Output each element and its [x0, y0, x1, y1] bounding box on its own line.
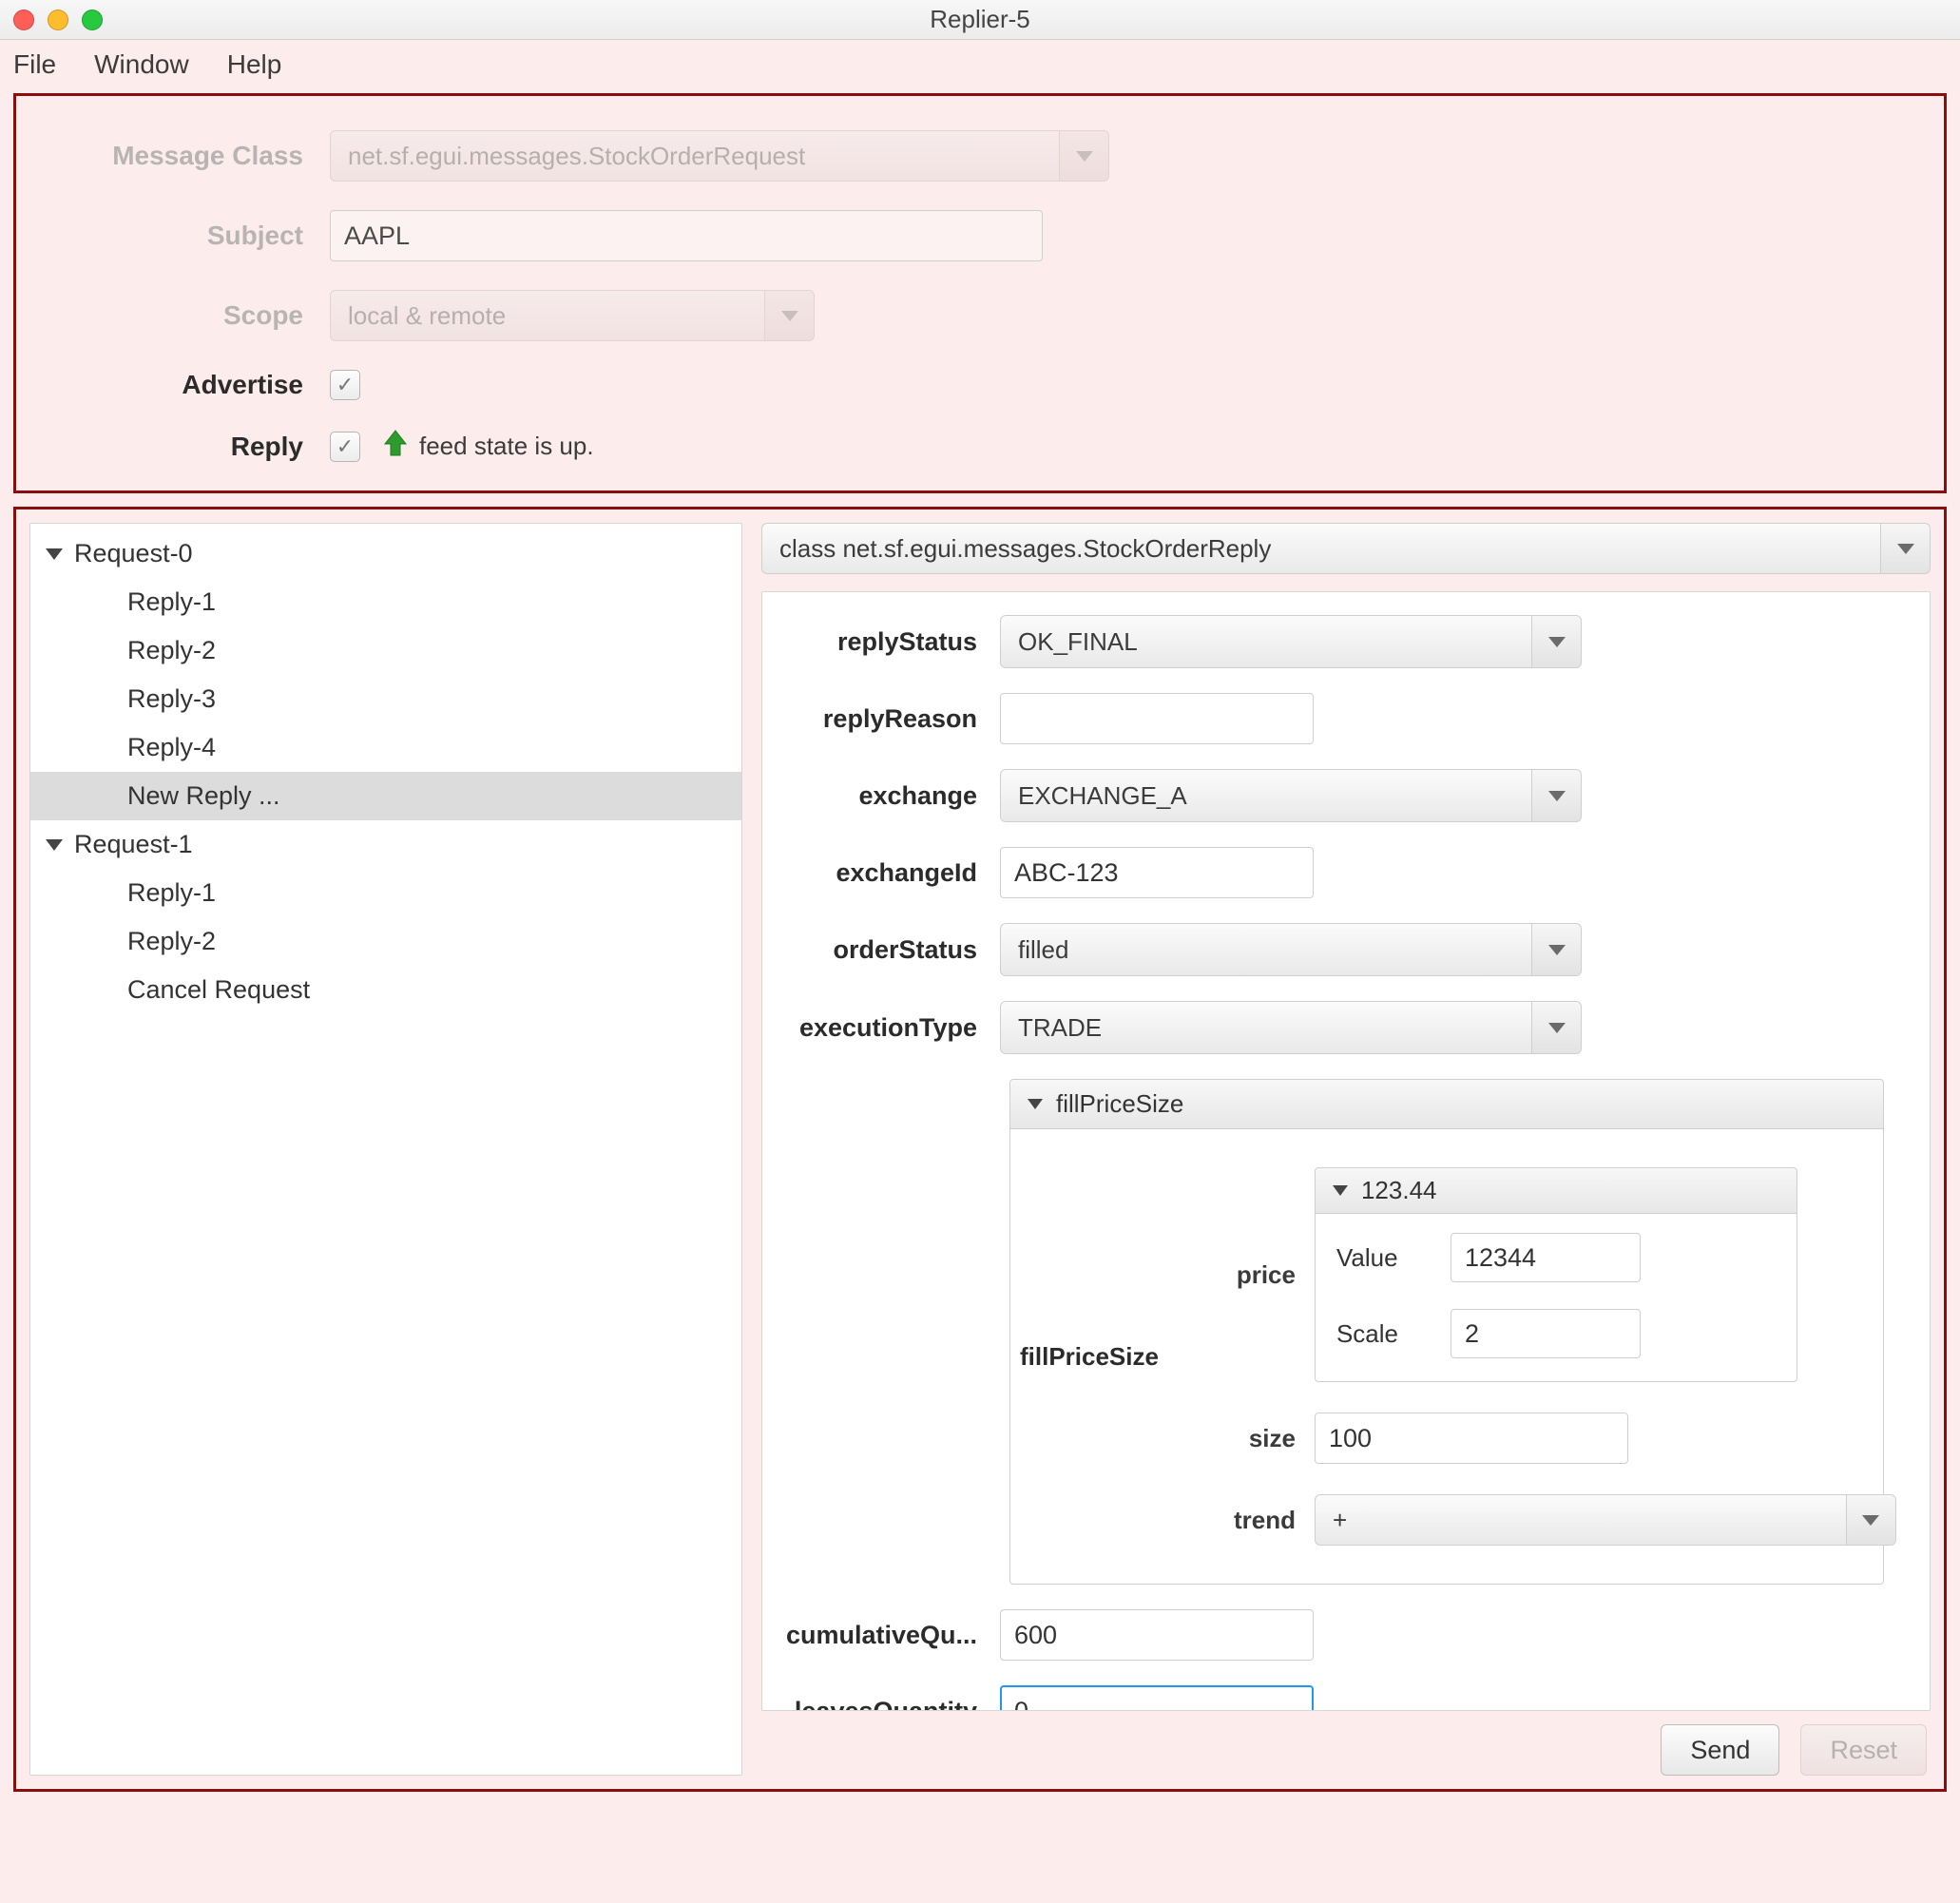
scope-value: local & remote	[331, 301, 764, 331]
exchange-combo[interactable]: EXCHANGE_A	[1000, 769, 1582, 822]
tree-leaf[interactable]: Reply-2	[30, 626, 741, 675]
chevron-down-icon	[1880, 524, 1930, 573]
price-subgroup: 123.44 Value Sca	[1315, 1167, 1797, 1382]
message-class-value: net.sf.egui.messages.StockOrderRequest	[331, 142, 1059, 171]
window-title: Replier-5	[930, 5, 1030, 34]
minimize-icon[interactable]	[48, 10, 68, 30]
size-input[interactable]	[1315, 1413, 1628, 1464]
tree-leaf[interactable]: Reply-1	[30, 869, 741, 917]
fill-price-size-header[interactable]: fillPriceSize	[1010, 1080, 1883, 1129]
reply-status-combo[interactable]: OK_FINAL	[1000, 615, 1582, 668]
tree-leaf-cancel-request[interactable]: Cancel Request	[30, 966, 741, 1014]
cumulative-quantity-input[interactable]	[1000, 1609, 1314, 1661]
chevron-down-icon	[1531, 1002, 1581, 1053]
reply-reason-input[interactable]	[1000, 693, 1314, 744]
subject-input[interactable]	[330, 210, 1043, 261]
tree-leaf[interactable]: Reply-4	[30, 723, 741, 772]
request-tree[interactable]: Request-0 Reply-1 Reply-2 Reply-3 Reply-…	[30, 524, 741, 1020]
reply-class-value: class net.sf.egui.messages.StockOrderRep…	[762, 534, 1880, 564]
close-icon[interactable]	[13, 10, 34, 30]
trend-combo[interactable]: +	[1315, 1494, 1896, 1546]
exchange-label: exchange	[772, 781, 1000, 811]
reply-reason-label: replyReason	[772, 704, 1000, 734]
arrow-up-icon	[383, 429, 408, 457]
tree-node-request-0[interactable]: Request-0	[30, 529, 741, 578]
chevron-down-icon	[1531, 770, 1581, 821]
chevron-down-icon	[1531, 616, 1581, 667]
chevron-down-icon	[46, 548, 63, 560]
fill-price-size-group: fillPriceSize fillPriceSize price	[1009, 1079, 1884, 1585]
request-tree-pane: Request-0 Reply-1 Reply-2 Reply-3 Reply-…	[29, 523, 742, 1776]
exchange-id-input[interactable]	[1000, 847, 1314, 898]
tree-leaf[interactable]: Reply-3	[30, 675, 741, 723]
execution-type-combo[interactable]: TRADE	[1000, 1001, 1582, 1054]
reply-form: replyStatus OK_FINAL replyReason exchang…	[761, 591, 1931, 1711]
message-class-combo: net.sf.egui.messages.StockOrderRequest	[330, 130, 1109, 182]
tree-leaf-new-reply[interactable]: New Reply ...	[30, 772, 741, 820]
price-value-label: Value	[1336, 1243, 1432, 1273]
price-value-input[interactable]	[1451, 1233, 1641, 1282]
size-label: size	[1201, 1424, 1296, 1453]
advertise-checkbox[interactable]: ✓	[330, 370, 360, 400]
fill-price-size-label: fillPriceSize	[1020, 1342, 1182, 1372]
menu-window[interactable]: Window	[94, 49, 189, 80]
chevron-down-icon	[1059, 131, 1108, 181]
chevron-down-icon	[1531, 924, 1581, 975]
titlebar: Replier-5	[0, 0, 1960, 40]
tree-node-request-1[interactable]: Request-1	[30, 820, 741, 869]
feed-status-text: feed state is up.	[419, 432, 594, 461]
price-label: price	[1201, 1260, 1296, 1290]
workspace-panel: Request-0 Reply-1 Reply-2 Reply-3 Reply-…	[13, 507, 1947, 1792]
menu-help[interactable]: Help	[227, 49, 282, 80]
cumulative-quantity-label: cumulativeQu...	[772, 1621, 1000, 1650]
advertise-label: Advertise	[45, 370, 330, 400]
leaves-quantity-input[interactable]	[1000, 1685, 1314, 1711]
config-panel: Message Class net.sf.egui.messages.Stock…	[13, 93, 1947, 493]
reply-checkbox[interactable]: ✓	[330, 432, 360, 462]
chevron-down-icon	[46, 839, 63, 851]
trend-label: trend	[1201, 1506, 1296, 1535]
app-window: Replier-5 File Window Help Message Class…	[0, 0, 1960, 1903]
chevron-down-icon	[1333, 1185, 1348, 1196]
tree-leaf[interactable]: Reply-2	[30, 917, 741, 966]
price-subgroup-header[interactable]: 123.44	[1316, 1168, 1797, 1214]
chevron-down-icon	[1028, 1099, 1043, 1109]
scope-combo: local & remote	[330, 290, 815, 341]
message-class-label: Message Class	[45, 141, 330, 171]
reply-class-combo[interactable]: class net.sf.egui.messages.StockOrderRep…	[761, 523, 1931, 574]
execution-type-label: executionType	[772, 1013, 1000, 1043]
reply-detail-pane: class net.sf.egui.messages.StockOrderRep…	[761, 523, 1931, 1776]
tree-node-label: Request-1	[74, 830, 193, 858]
scope-label: Scope	[45, 300, 330, 331]
exchange-id-label: exchangeId	[772, 858, 1000, 888]
menu-file[interactable]: File	[13, 49, 56, 80]
zoom-icon[interactable]	[82, 10, 103, 30]
subject-label: Subject	[45, 221, 330, 251]
chevron-down-icon	[1846, 1495, 1895, 1545]
form-actions: Send Reset	[761, 1711, 1931, 1776]
reply-status-label: replyStatus	[772, 627, 1000, 657]
menubar: File Window Help	[0, 40, 1960, 93]
tree-node-label: Request-0	[74, 539, 193, 567]
order-status-label: orderStatus	[772, 935, 1000, 965]
price-scale-input[interactable]	[1451, 1309, 1641, 1358]
price-scale-label: Scale	[1336, 1319, 1432, 1349]
order-status-combo[interactable]: filled	[1000, 923, 1582, 976]
send-button[interactable]: Send	[1661, 1724, 1779, 1776]
leaves-quantity-label: leavesQuantity	[772, 1697, 1000, 1712]
chevron-down-icon	[764, 291, 814, 340]
reply-label: Reply	[45, 432, 330, 462]
feed-status: feed state is up.	[383, 429, 594, 464]
window-controls	[13, 10, 103, 30]
reset-button: Reset	[1800, 1724, 1927, 1776]
tree-leaf[interactable]: Reply-1	[30, 578, 741, 626]
